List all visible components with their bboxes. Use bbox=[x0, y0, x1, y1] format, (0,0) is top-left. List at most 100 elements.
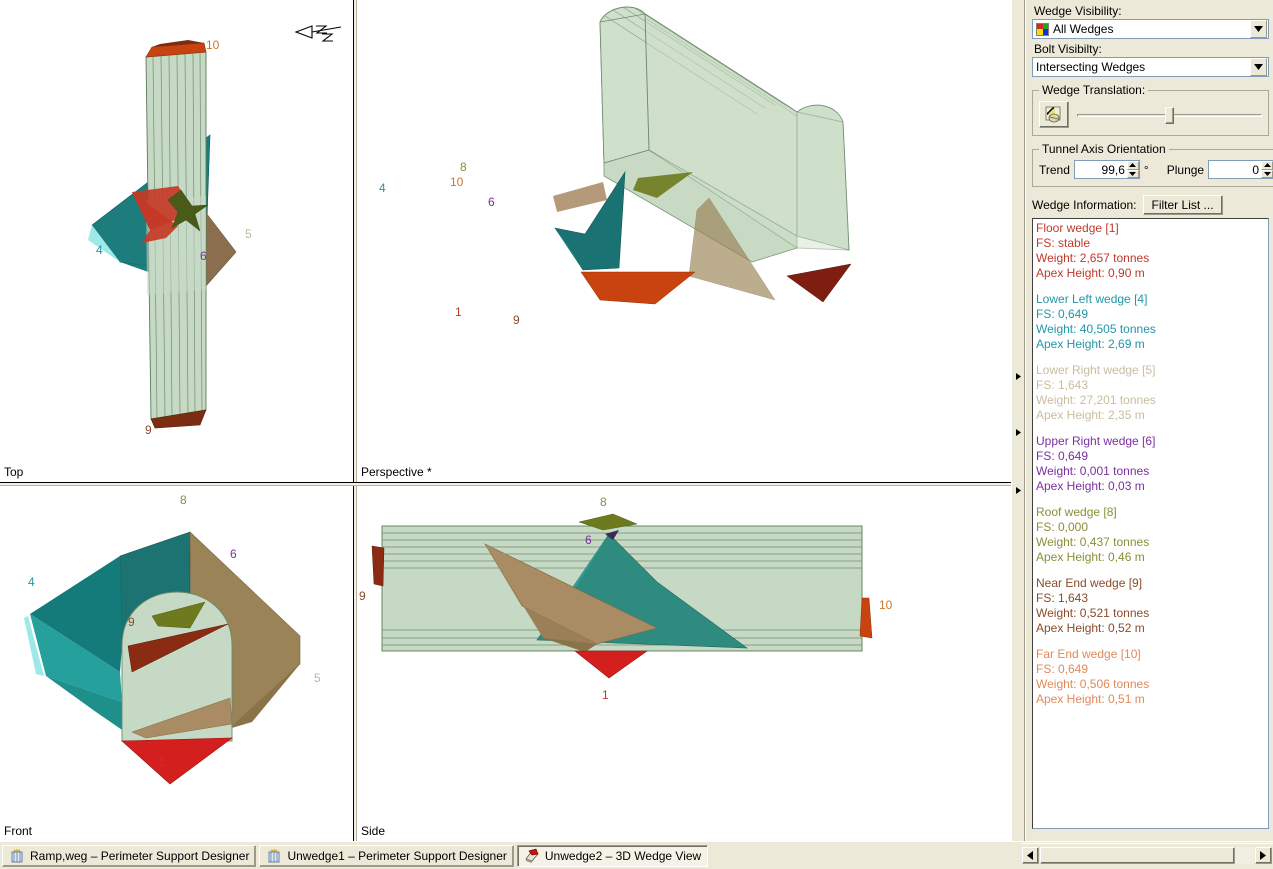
wedge-label-5: 5 bbox=[245, 227, 252, 241]
wedge-label-1: 1 bbox=[455, 305, 462, 319]
viewport-grid: 10 4 5 6 9 Top 8 6 10 4 1 9 Perspective … bbox=[0, 0, 1011, 841]
wedge-apex: Apex Height: 2,35 m bbox=[1036, 408, 1145, 422]
wedge-weight: Weight: 40,505 tonnes bbox=[1036, 322, 1156, 336]
wedge-information-label: Wedge Information: bbox=[1032, 198, 1137, 212]
wedge-label-5: 5 bbox=[314, 671, 321, 685]
splitter-arrow-up-icon[interactable] bbox=[1014, 372, 1023, 381]
degree-symbol: ° bbox=[1143, 162, 1149, 177]
scroll-track[interactable] bbox=[1040, 847, 1254, 864]
wedge-label-1: 1 bbox=[158, 755, 165, 769]
wedge-apex: Apex Height: 0,51 m bbox=[1036, 692, 1145, 706]
plunge-spin-down[interactable] bbox=[1261, 169, 1273, 178]
taskbar-button-label: Unwedge1 – Perimeter Support Designer bbox=[287, 848, 507, 863]
bolt-visibility-dropdown[interactable]: Intersecting Wedges bbox=[1032, 57, 1269, 77]
front-view-graphics: 8 4 6 9 5 1 bbox=[24, 493, 321, 785]
trend-input[interactable] bbox=[1074, 161, 1127, 178]
wedge-label-8: 8 bbox=[180, 493, 187, 507]
taskbar-button[interactable]: Unwedge2 – 3D Wedge View bbox=[516, 844, 709, 867]
wedge-fs: FS: stable bbox=[1036, 236, 1091, 250]
control-panel: Wedge Visibility: All Wedges Bolt Visibi… bbox=[1026, 0, 1273, 841]
scroll-left-button[interactable] bbox=[1022, 847, 1039, 864]
wedge-fs: FS: 0,649 bbox=[1036, 307, 1089, 321]
wedge-colors-icon bbox=[1036, 22, 1049, 36]
wedge-label-9: 9 bbox=[145, 423, 152, 437]
viewport-perspective-label: Perspective * bbox=[361, 465, 432, 479]
wedge-weight: Weight: 27,201 tonnes bbox=[1036, 393, 1156, 407]
chevron-down-icon[interactable] bbox=[1250, 58, 1267, 76]
axis-indicator-icon bbox=[294, 25, 342, 42]
tunnel-axis-legend: Tunnel Axis Orientation bbox=[1042, 142, 1166, 156]
plunge-field[interactable] bbox=[1208, 160, 1273, 179]
wedge-name: Roof wedge [8] bbox=[1036, 505, 1117, 519]
wedge-label-10: 10 bbox=[206, 38, 220, 52]
wedge-entry[interactable]: Lower Left wedge [4] FS: 0,649 Weight: 40,… bbox=[1036, 292, 1265, 352]
wedge-apex: Apex Height: 0,03 m bbox=[1036, 479, 1145, 493]
perspective-view-graphics: 8 6 10 4 1 9 bbox=[379, 6, 852, 327]
horizontal-scrollbar[interactable] bbox=[1021, 843, 1273, 867]
unwedge-icon bbox=[266, 848, 282, 864]
wedge-fs: FS: 0,649 bbox=[1036, 449, 1089, 463]
side-view-graphics: 8 6 9 10 1 bbox=[359, 495, 893, 702]
wedge-label-6: 6 bbox=[585, 533, 592, 547]
trend-spin-down[interactable] bbox=[1126, 169, 1139, 178]
taskbar-button[interactable]: Unwedge1 – Perimeter Support Designer bbox=[259, 844, 514, 867]
splitter-vertical[interactable] bbox=[353, 0, 357, 841]
wedge-entry[interactable]: Lower Right wedge [5] FS: 1,643 Weight: 27… bbox=[1036, 363, 1265, 423]
taskbar-button[interactable]: Ramp,weg – Perimeter Support Designer bbox=[2, 844, 257, 867]
wedge-information-list[interactable]: Floor wedge [1] FS: stable Weight: 2,657 t… bbox=[1032, 218, 1269, 829]
plunge-input[interactable] bbox=[1209, 161, 1262, 178]
wedge-weight: Weight: 0,506 tonnes bbox=[1036, 677, 1150, 691]
wedge-label-9: 9 bbox=[128, 615, 135, 629]
viewport-top[interactable]: 10 4 5 6 9 Top bbox=[0, 0, 353, 482]
move-wedge-icon bbox=[1045, 106, 1061, 122]
wedge-label-4: 4 bbox=[379, 181, 386, 195]
scroll-right-button[interactable] bbox=[1255, 847, 1272, 864]
plunge-spin-up[interactable] bbox=[1261, 161, 1273, 170]
viewport-perspective[interactable]: 8 6 10 4 1 9 Perspective * bbox=[357, 0, 1011, 482]
taskbar-button-label: Ramp,weg – Perimeter Support Designer bbox=[30, 848, 250, 863]
top-view-graphics: 10 4 5 6 9 bbox=[88, 25, 342, 437]
bolt-visibility-label: Bolt Visibilty: bbox=[1034, 42, 1102, 56]
wedge-translation-button[interactable] bbox=[1039, 101, 1069, 128]
splitter-arrow-mid-icon[interactable] bbox=[1014, 428, 1023, 437]
wedge-entry[interactable]: Roof wedge [8] FS: 0,000 Weight: 0,437 ton… bbox=[1036, 505, 1265, 565]
splitter-arrow-down-icon[interactable] bbox=[1014, 486, 1023, 495]
wedge-name: Near End wedge [9] bbox=[1036, 576, 1143, 590]
wedge-label-10: 10 bbox=[450, 175, 464, 189]
wedge-entry[interactable]: Far End wedge [10] FS: 0,649 Weight: 0,506… bbox=[1036, 647, 1265, 707]
wedge-label-8: 8 bbox=[460, 160, 467, 174]
wedge-fs: FS: 0,000 bbox=[1036, 520, 1089, 534]
wedge-visibility-value: All Wedges bbox=[1053, 22, 1114, 36]
wedge-apex: Apex Height: 0,46 m bbox=[1036, 550, 1145, 564]
plunge-spinner[interactable] bbox=[1261, 161, 1273, 178]
wedge-fs: FS: 1,643 bbox=[1036, 591, 1089, 605]
scroll-thumb[interactable] bbox=[1040, 847, 1235, 864]
slider-thumb[interactable] bbox=[1165, 106, 1174, 124]
wedge-translation-group: Wedge Translation: bbox=[1032, 83, 1269, 136]
viewport-front[interactable]: 8 4 6 9 5 1 Front bbox=[0, 486, 353, 841]
wedge-translation-slider[interactable] bbox=[1077, 104, 1262, 126]
tunnel-axis-orientation-group: Tunnel Axis Orientation Trend ° Plunge bbox=[1032, 142, 1273, 187]
chevron-down-icon[interactable] bbox=[1250, 20, 1267, 38]
wedge-fs: FS: 0,649 bbox=[1036, 662, 1089, 676]
wedge-label-6: 6 bbox=[200, 249, 207, 263]
filter-list-button[interactable]: Filter List ... bbox=[1142, 195, 1223, 215]
wedge-visibility-dropdown[interactable]: All Wedges bbox=[1032, 19, 1269, 39]
trend-label: Trend bbox=[1039, 162, 1070, 177]
wedge-entry[interactable]: Upper Right wedge [6] FS: 0,649 Weight: 0,… bbox=[1036, 434, 1265, 494]
wedge-apex: Apex Height: 0,52 m bbox=[1036, 621, 1145, 635]
trend-spinner[interactable] bbox=[1126, 161, 1139, 178]
wedge-entry[interactable]: Near End wedge [9] FS: 1,643 Weight: 0,521… bbox=[1036, 576, 1265, 636]
wedge-entry[interactable]: Floor wedge [1] FS: stable Weight: 2,657 t… bbox=[1036, 221, 1265, 281]
panel-splitter[interactable] bbox=[1011, 0, 1025, 841]
taskbar-button-label: Unwedge2 – 3D Wedge View bbox=[544, 848, 702, 863]
wedge-label-4: 4 bbox=[96, 243, 103, 257]
viewport-side[interactable]: 8 6 9 10 1 Side bbox=[357, 486, 1011, 841]
wedge-label-8: 8 bbox=[600, 495, 607, 509]
trend-spin-up[interactable] bbox=[1126, 161, 1139, 170]
splitter-horizontal[interactable] bbox=[0, 482, 1011, 486]
wedge-fs: FS: 1,643 bbox=[1036, 378, 1089, 392]
wedge-name: Lower Left wedge [4] bbox=[1036, 292, 1148, 306]
wedge-name: Floor wedge [1] bbox=[1036, 221, 1119, 235]
trend-field[interactable] bbox=[1073, 160, 1140, 179]
